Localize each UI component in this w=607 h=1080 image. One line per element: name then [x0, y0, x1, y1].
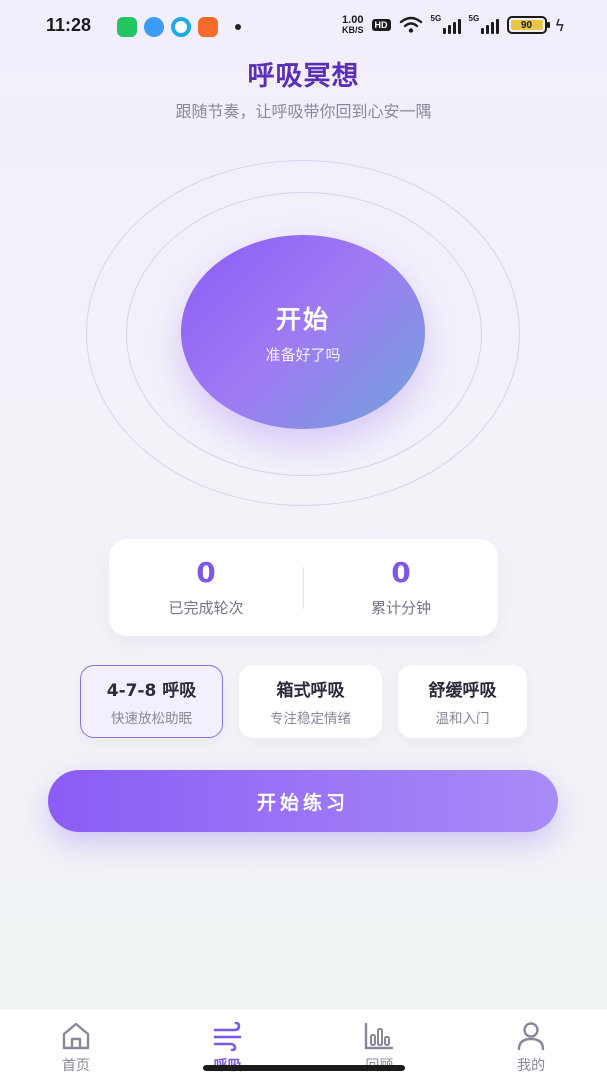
- mode-chip-box[interactable]: 箱式呼吸 专注稳定情绪: [239, 665, 382, 738]
- mode-title: 舒缓呼吸: [428, 681, 497, 701]
- breath-start-orb[interactable]: 开始 准备好了吗: [181, 235, 425, 429]
- page-title: 呼吸冥想: [247, 61, 360, 92]
- stat-value: 0: [196, 556, 216, 589]
- nav-item-profile[interactable]: 我的: [455, 1009, 607, 1080]
- mode-desc: 快速放松助眠: [111, 711, 192, 727]
- stat-label: 已完成轮次: [168, 599, 244, 617]
- notification-icons: [117, 17, 241, 37]
- orb-label: 开始: [275, 304, 330, 334]
- signal-label-2: 5G: [468, 14, 480, 23]
- mode-title: 箱式呼吸: [276, 681, 345, 701]
- network-speed: 1.00 KB/S: [342, 15, 364, 35]
- blue-app-icon: [144, 17, 164, 37]
- green-app-icon: [117, 17, 137, 37]
- wind-icon: [213, 1021, 241, 1051]
- nav-label: 我的: [517, 1058, 546, 1074]
- stat-label: 累计分钟: [370, 599, 431, 617]
- mode-title: 4-7-8 呼吸: [106, 681, 197, 701]
- network-speed-unit: KB/S: [342, 25, 364, 35]
- hd-badge: HD: [371, 19, 391, 31]
- wifi-icon: [399, 16, 422, 33]
- status-bar: 11:28 1.00 KB/S HD 5G 5G 90 ϟ: [0, 0, 607, 56]
- stat-total-minutes: 0 累计分钟: [304, 557, 498, 618]
- mode-desc: 专注稳定情绪: [270, 711, 351, 727]
- user-icon: [517, 1022, 545, 1051]
- stats-card: 0 已完成轮次 0 累计分钟: [109, 539, 498, 636]
- home-indicator[interactable]: [203, 1065, 405, 1071]
- cyan-app-icon: [171, 17, 191, 37]
- orb-sublabel: 准备好了吗: [265, 345, 341, 364]
- signal-label-1: 5G: [430, 14, 442, 23]
- bar-chart-icon: [365, 1022, 394, 1050]
- battery-level: 90: [510, 20, 543, 31]
- cellular-signal-2-icon: 5G: [468, 14, 499, 34]
- battery-icon: 90: [506, 16, 550, 34]
- nav-item-home[interactable]: 首页: [0, 1009, 152, 1080]
- charging-bolt-icon: ϟ: [554, 15, 566, 35]
- system-indicators: 1.00 KB/S HD 5G 5G 90 ϟ: [342, 14, 566, 35]
- orange-app-icon: [198, 17, 218, 37]
- start-practice-button[interactable]: 开始练习: [48, 770, 558, 832]
- mode-desc: 温和入门: [435, 711, 490, 727]
- more-notifications-dot-icon: [235, 24, 241, 30]
- page-subtitle: 跟随节奏，让呼吸带你回到心安一隅: [175, 102, 432, 121]
- stat-value: 0: [391, 556, 411, 589]
- cellular-signal-1-icon: 5G: [430, 14, 461, 34]
- mode-chip-478[interactable]: 4-7-8 呼吸 快速放松助眠: [80, 665, 223, 738]
- stat-completed-rounds: 0 已完成轮次: [109, 557, 303, 618]
- nav-label: 首页: [61, 1058, 90, 1074]
- home-icon: [62, 1022, 90, 1050]
- status-time: 11:28: [46, 15, 92, 35]
- mode-chip-gentle[interactable]: 舒缓呼吸 温和入门: [398, 665, 527, 738]
